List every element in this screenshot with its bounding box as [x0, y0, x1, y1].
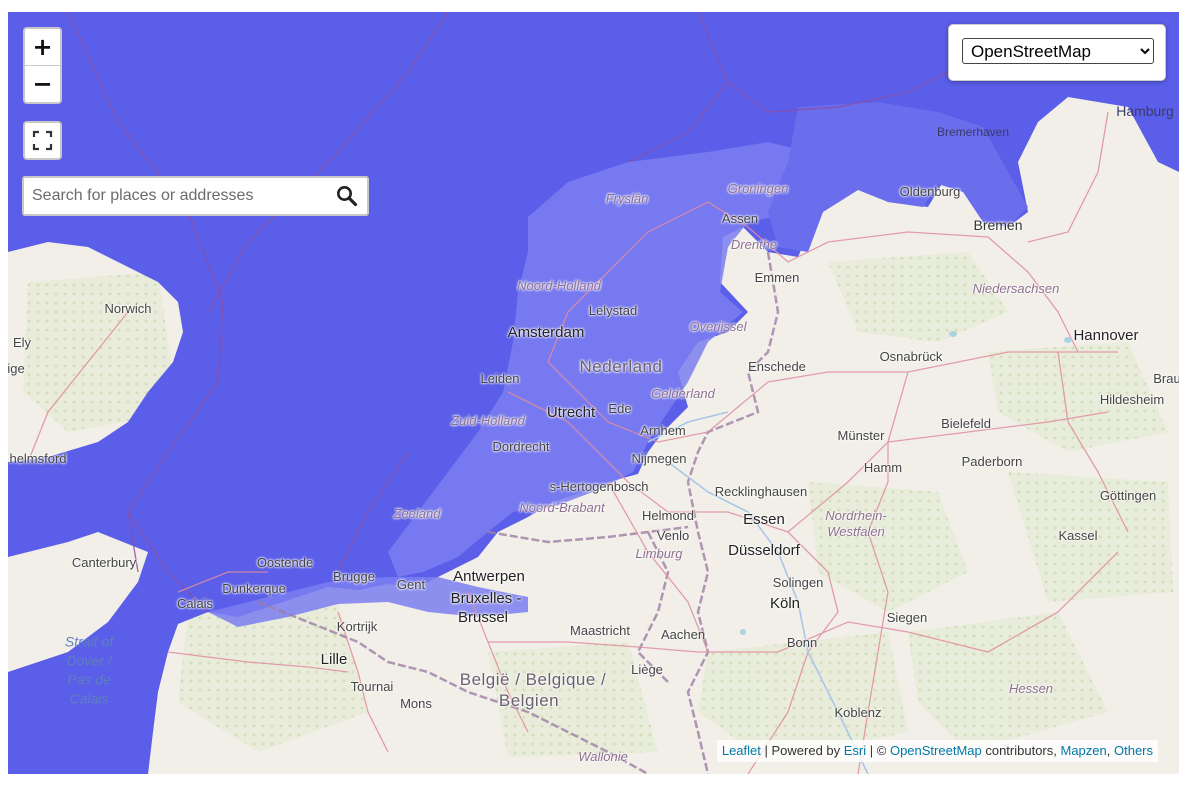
label-belgie-2: Belgien	[498, 691, 560, 710]
label-mons: Mons	[400, 696, 432, 711]
label-dusseldorf: Düsseldorf	[728, 542, 800, 559]
label-calais: Calais	[176, 596, 214, 611]
label-bremerhaven: Bremerhaven	[936, 125, 1010, 139]
label-ely: Ely	[12, 335, 32, 350]
label-hannover: Hannover	[1073, 327, 1139, 344]
label-groningen: Groningen	[727, 181, 789, 196]
label-assen: Assen	[721, 211, 759, 226]
label-osnabruck: Osnabrück	[879, 349, 943, 364]
label-liege: Liège	[631, 662, 663, 677]
label-solingen: Solingen	[772, 575, 824, 590]
zoom-out-button[interactable]: −	[25, 66, 60, 102]
label-ede: Ede	[608, 401, 632, 416]
label-leiden: Leiden	[480, 371, 520, 386]
label-fryslan: Fryslân	[605, 191, 649, 206]
label-brau: Brau	[1153, 371, 1179, 386]
label-ige: ige	[8, 361, 25, 376]
label-kortrijk: Kortrijk	[336, 619, 378, 634]
search-icon[interactable]	[335, 184, 359, 208]
label-nederland: Nederland	[579, 357, 663, 376]
label-hessen: Hessen	[1008, 681, 1054, 696]
label-tournai: Tournai	[350, 679, 394, 694]
label-noord-holland: Noord-Holland	[517, 278, 601, 293]
label-amsterdam: Amsterdam	[507, 324, 585, 341]
label-brugge: Brugge	[333, 569, 375, 584]
attribution-text-2: | ©	[866, 743, 890, 758]
label-utrecht: Utrecht	[546, 404, 596, 421]
label-noord-brabant: Noord-Brabant	[519, 500, 605, 515]
label-strait-of: Strait of	[64, 633, 114, 650]
label-calais-sea: Calais	[69, 690, 109, 707]
label-hamm: Hamm	[863, 460, 903, 475]
fullscreen-icon	[32, 130, 53, 151]
map-container[interactable]: Hamburg Bremerhaven Groningen Fryslân Ol…	[8, 12, 1179, 774]
layer-switcher: OpenStreetMap	[948, 24, 1166, 81]
label-bielefeld: Bielefeld	[941, 416, 991, 431]
others-link[interactable]: Others	[1114, 743, 1153, 758]
label-overijssel: Overijssel	[689, 319, 747, 334]
label-venlo: Venlo	[656, 528, 690, 543]
label-recklinghausen: Recklinghausen	[714, 484, 808, 499]
label-enschede: Enschede	[748, 359, 806, 374]
label-hildesheim: Hildesheim	[1099, 392, 1165, 407]
attribution-bar: Leaflet | Powered by Esri | © OpenStreet…	[716, 740, 1158, 762]
label-niedersachsen: Niedersachsen	[972, 281, 1060, 296]
label-dover: Dover /	[66, 652, 112, 669]
label-munster: Münster	[837, 428, 885, 443]
label-bremen: Bremen	[973, 217, 1023, 233]
fullscreen-button[interactable]	[23, 121, 62, 160]
label-koln: Köln	[769, 595, 801, 612]
label-dunkerque: Dunkerque	[222, 581, 286, 596]
label-koblenz: Koblenz	[834, 705, 882, 720]
label-drenthe: Drenthe	[730, 237, 778, 252]
label-zeeland: Zeeland	[393, 506, 441, 521]
label-helmsford: helmsford	[9, 451, 67, 466]
label-s-hertogenbosch: s-Hertogenbosch	[549, 479, 649, 494]
label-belgie-1: België / Belgique /	[459, 670, 607, 689]
mapzen-link[interactable]: Mapzen	[1061, 743, 1107, 758]
label-nijmegen: Nijmegen	[631, 451, 687, 466]
label-gottingen: Göttingen	[1099, 488, 1157, 503]
label-bruxelles: Bruxelles -	[450, 590, 522, 607]
label-helmond: Helmond	[641, 508, 695, 523]
label-pas-de: Pas de	[67, 671, 111, 688]
label-brussel: Brussel	[457, 609, 509, 626]
label-oostende: Oostende	[256, 555, 314, 570]
basemap-select[interactable]: OpenStreetMap	[962, 38, 1154, 64]
label-canterbury: Canterbury	[71, 555, 137, 570]
label-zuid-holland: Zuid-Holland	[451, 413, 525, 428]
label-kassel: Kassel	[1058, 528, 1098, 543]
label-limburg: Limburg	[635, 546, 683, 561]
label-arnhem: Arnhem	[640, 423, 686, 438]
attribution-text-1: | Powered by	[760, 743, 844, 758]
label-wallonie: Wallonie	[578, 749, 628, 764]
label-westfalen: Westfalen	[827, 524, 885, 539]
label-lelystad: Lelystad	[588, 303, 638, 318]
label-antwerpen: Antwerpen	[453, 568, 525, 585]
label-norwich: Norwich	[104, 301, 152, 316]
label-nordrhein: Nordrhein-	[825, 508, 887, 523]
label-maastricht: Maastricht	[570, 623, 630, 638]
label-hamburg: Hamburg	[1116, 103, 1174, 119]
search-control	[22, 176, 369, 216]
label-paderborn: Paderborn	[961, 454, 1023, 469]
zoom-control: + −	[23, 27, 62, 104]
label-emmen: Emmen	[754, 270, 800, 285]
leaflet-link[interactable]: Leaflet	[722, 743, 761, 758]
label-bonn: Bonn	[786, 635, 818, 650]
openstreetmap-link[interactable]: OpenStreetMap	[890, 743, 982, 758]
esri-link[interactable]: Esri	[844, 743, 866, 758]
attribution-text-4: ,	[1106, 743, 1114, 758]
label-dordrecht: Dordrecht	[492, 439, 550, 454]
label-oldenburg: Oldenburg	[899, 184, 961, 199]
label-siegen: Siegen	[886, 610, 928, 625]
label-lille: Lille	[320, 651, 348, 668]
search-input[interactable]	[24, 178, 332, 214]
zoom-in-button[interactable]: +	[25, 29, 60, 66]
label-gelderland: Gelderland	[651, 386, 715, 401]
attribution-text-3: contributors,	[981, 743, 1061, 758]
label-gent: Gent	[396, 577, 426, 592]
label-aachen: Aachen	[660, 627, 706, 642]
label-essen: Essen	[743, 511, 785, 528]
